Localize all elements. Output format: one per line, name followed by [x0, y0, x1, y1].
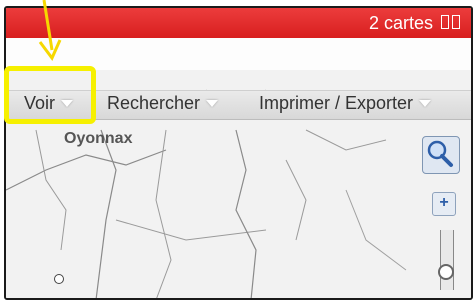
map-point-marker[interactable]	[54, 274, 64, 284]
highlight-box	[4, 66, 96, 124]
menu-rechercher-label: Rechercher	[107, 92, 201, 113]
zoom-slider-handle[interactable]	[438, 264, 454, 280]
chevron-down-icon	[206, 99, 219, 107]
title-bar: 2 cartes	[6, 8, 471, 38]
map-place-label: Oyonnax	[64, 130, 133, 147]
menu-imprimer-exporter-label: Imprimer / Exporter	[259, 92, 414, 113]
zoom-slider[interactable]	[440, 230, 454, 290]
menu-imprimer-exporter[interactable]: Imprimer / Exporter	[259, 89, 432, 117]
cards-icon[interactable]	[441, 15, 463, 31]
chevron-down-icon	[419, 99, 432, 107]
pointer-arrow-icon	[38, 0, 62, 61]
cards-count: 2 cartes	[368, 13, 433, 33]
menu-rechercher[interactable]: Rechercher	[107, 89, 219, 117]
zoom-in-button[interactable]: +	[432, 192, 456, 216]
zoom-magnifier-button[interactable]	[422, 136, 460, 174]
app-window: 2 cartes	[4, 6, 473, 300]
magnifier-icon	[427, 140, 453, 167]
